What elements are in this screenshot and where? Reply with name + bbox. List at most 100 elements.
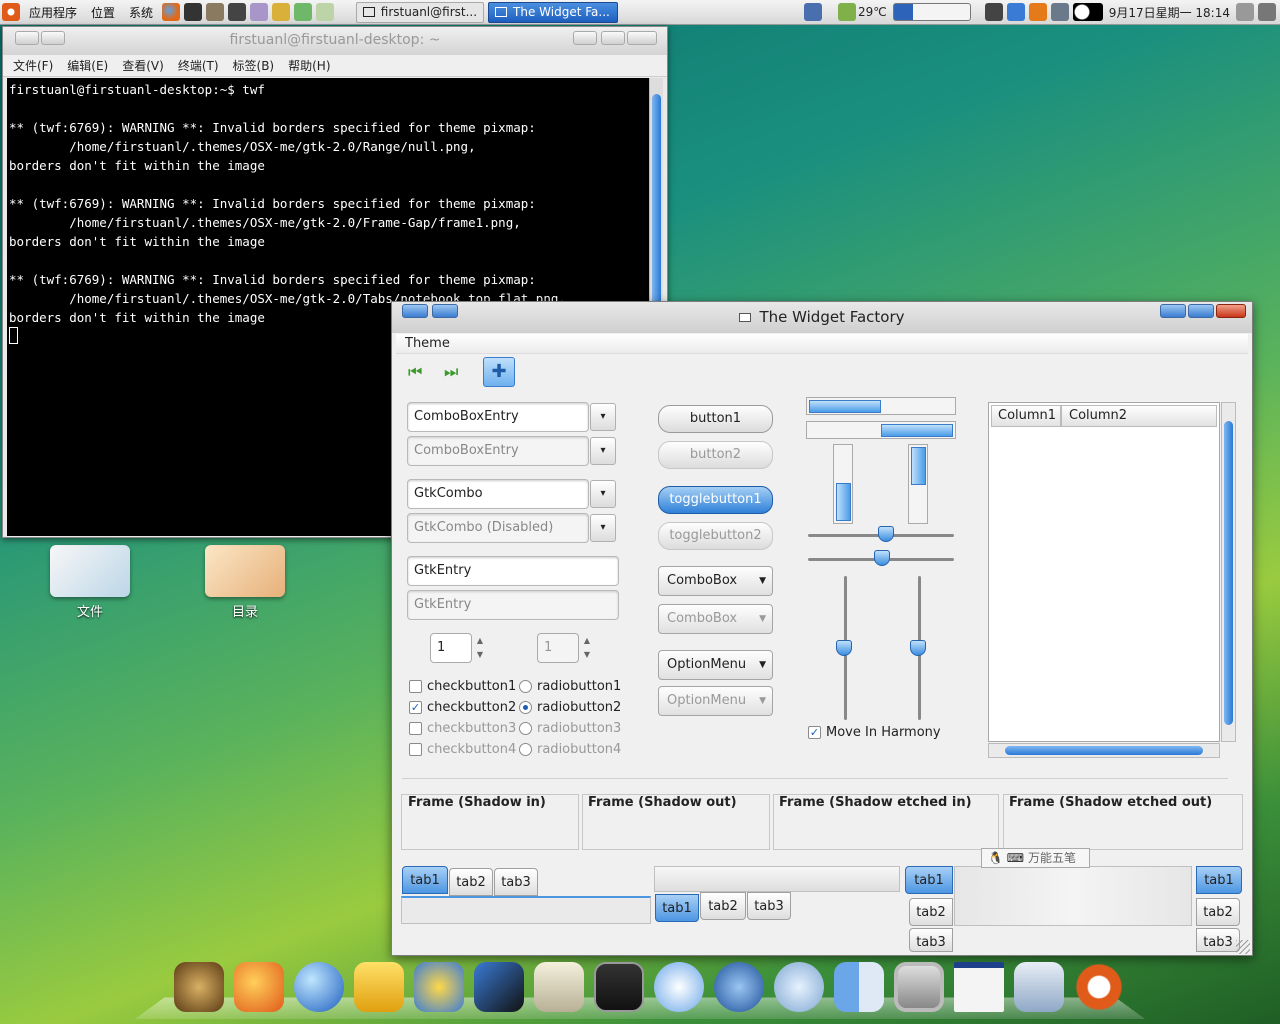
task-terminal[interactable]: firstuanl@first...: [356, 1, 485, 23]
menu-view[interactable]: 查看(V): [122, 57, 164, 74]
terminal-icon[interactable]: [184, 3, 203, 21]
nb4-tab3[interactable]: tab3: [1196, 928, 1240, 952]
nb1-tab1[interactable]: tab1: [402, 866, 448, 894]
menu-tabs[interactable]: 标签(B): [233, 57, 275, 74]
tree-hscrollbar[interactable]: [988, 743, 1220, 758]
dock-google-earth-icon[interactable]: [294, 962, 344, 1012]
radio[interactable]: [519, 680, 532, 693]
scrollbar-thumb[interactable]: [1224, 421, 1233, 725]
menu-applications[interactable]: 应用程序: [22, 4, 84, 21]
optionmenu-1[interactable]: OptionMenu ▼: [658, 650, 773, 680]
music-icon[interactable]: [294, 3, 313, 21]
notes-icon[interactable]: [316, 3, 335, 21]
nb2-tab3[interactable]: tab3: [747, 892, 791, 920]
nb3-tab1[interactable]: tab1: [905, 866, 953, 894]
checkbox-checked[interactable]: ✓: [808, 726, 821, 739]
checkbox-checked[interactable]: ✓: [409, 701, 422, 714]
close-button[interactable]: [1216, 304, 1246, 318]
gimp-icon[interactable]: [206, 3, 225, 21]
nb1-tab2[interactable]: tab2: [449, 868, 493, 896]
dock-finder-icon[interactable]: [834, 962, 884, 1012]
update-icon[interactable]: [1028, 3, 1047, 21]
dock-itunes-icon[interactable]: [654, 962, 704, 1012]
radiobutton-1[interactable]: radiobutton1: [519, 679, 621, 694]
last-page-button[interactable]: ⏭: [444, 362, 470, 384]
window-menu-button[interactable]: [402, 304, 428, 318]
gtkentry-1[interactable]: GtkEntry: [407, 556, 619, 586]
nb3-tab2[interactable]: tab2: [909, 898, 953, 926]
maximize-button[interactable]: [1188, 304, 1214, 318]
nb4-tab2[interactable]: tab2: [1196, 898, 1240, 926]
nb1-tab3[interactable]: tab3: [494, 868, 538, 896]
firefox-icon[interactable]: [162, 3, 181, 21]
workspace-switcher-icon[interactable]: [892, 3, 971, 21]
nb3-tab3[interactable]: tab3: [909, 928, 953, 952]
network-icon[interactable]: [1050, 3, 1069, 21]
menu-file[interactable]: 文件(F): [13, 57, 53, 74]
minimize-button[interactable]: [1160, 304, 1186, 318]
desktop-icon-directory[interactable]: 目录: [200, 545, 290, 620]
window-shade-button[interactable]: [432, 304, 458, 318]
gtkcombo[interactable]: GtkCombo: [407, 479, 589, 509]
scrollbar-thumb[interactable]: [1005, 746, 1203, 755]
column-header-2[interactable]: Column2: [1061, 405, 1217, 427]
dock-terminal-icon[interactable]: [894, 962, 944, 1012]
column-header-1[interactable]: Column1: [991, 405, 1061, 427]
resize-grip-icon[interactable]: [1236, 940, 1250, 954]
combo-arrow-button[interactable]: ▾: [590, 403, 616, 431]
scale-knob[interactable]: [878, 526, 894, 542]
minimize-button[interactable]: [573, 31, 597, 45]
ime-bar[interactable]: 🐧 ⌨ 万能五笔: [981, 848, 1090, 868]
close-button[interactable]: [627, 31, 657, 45]
dock-pidgin-icon[interactable]: [414, 962, 464, 1012]
dock-ubuntu-icon[interactable]: [1074, 962, 1124, 1012]
menu-terminal[interactable]: 终端(T): [178, 57, 219, 74]
music-note-icon[interactable]: [984, 3, 1003, 21]
nb2-tab2[interactable]: tab2: [700, 892, 746, 920]
spinbutton-1[interactable]: 1 ▲ ▼: [430, 633, 483, 663]
workspace-icon[interactable]: [803, 3, 822, 21]
ubuntu-logo-icon[interactable]: [2, 3, 20, 21]
combo-arrow-button[interactable]: ▾: [590, 480, 616, 508]
volume-icon[interactable]: [1236, 3, 1254, 21]
nb2-tab1[interactable]: tab1: [655, 894, 699, 922]
inkscape-icon[interactable]: [228, 3, 247, 21]
dock-video-icon[interactable]: [474, 962, 524, 1012]
dock-folders-icon[interactable]: [1014, 962, 1064, 1012]
dock-firefox-icon[interactable]: [234, 962, 284, 1012]
checkbutton-1[interactable]: checkbutton1: [409, 679, 516, 694]
scale-knob[interactable]: [874, 550, 890, 566]
radiobutton-2[interactable]: radiobutton2: [519, 700, 621, 715]
tree-vscrollbar[interactable]: [1221, 402, 1236, 742]
power-icon[interactable]: [1258, 3, 1276, 21]
checkbutton-2[interactable]: ✓ checkbutton2: [409, 700, 516, 715]
task-widget-factory[interactable]: The Widget Fa...: [488, 1, 619, 23]
dock-globe-icon[interactable]: [774, 962, 824, 1012]
checkbox[interactable]: [409, 680, 422, 693]
radio-selected[interactable]: [519, 701, 532, 714]
move-in-harmony-check[interactable]: ✓ Move In Harmony: [808, 725, 941, 740]
dock-text-editor-icon[interactable]: [534, 962, 584, 1012]
menu-places[interactable]: 位置: [84, 4, 122, 21]
maximize-button[interactable]: [601, 31, 625, 45]
menu-edit[interactable]: 编辑(E): [67, 57, 108, 74]
dock-system-monitor-icon[interactable]: [594, 962, 644, 1012]
editor-icon[interactable]: [272, 3, 291, 21]
window-shade-button[interactable]: [41, 31, 65, 45]
terminal-titlebar[interactable]: firstuanl@firstuanl-desktop: ~: [3, 27, 667, 55]
treeview[interactable]: Column1 Column2: [988, 402, 1220, 742]
first-page-button[interactable]: ⏮: [408, 362, 434, 384]
dock-wolf-icon[interactable]: [714, 962, 764, 1012]
button-1[interactable]: button1: [658, 405, 773, 433]
dock-eye-app-icon[interactable]: [174, 962, 224, 1012]
spin-arrows[interactable]: ▲ ▼: [473, 634, 487, 662]
scale-knob[interactable]: [910, 640, 926, 656]
combobox-1[interactable]: ComboBox ▼: [658, 566, 773, 596]
pidgin-icon[interactable]: [250, 3, 269, 21]
dock-office-icon[interactable]: [354, 962, 404, 1012]
desktop-icon-files[interactable]: 文件: [45, 545, 135, 620]
dock-window-icon[interactable]: [954, 962, 1004, 1012]
menu-system[interactable]: 系统: [122, 4, 160, 21]
window-menu-button[interactable]: [15, 31, 39, 45]
nb4-tab1[interactable]: tab1: [1196, 866, 1242, 894]
